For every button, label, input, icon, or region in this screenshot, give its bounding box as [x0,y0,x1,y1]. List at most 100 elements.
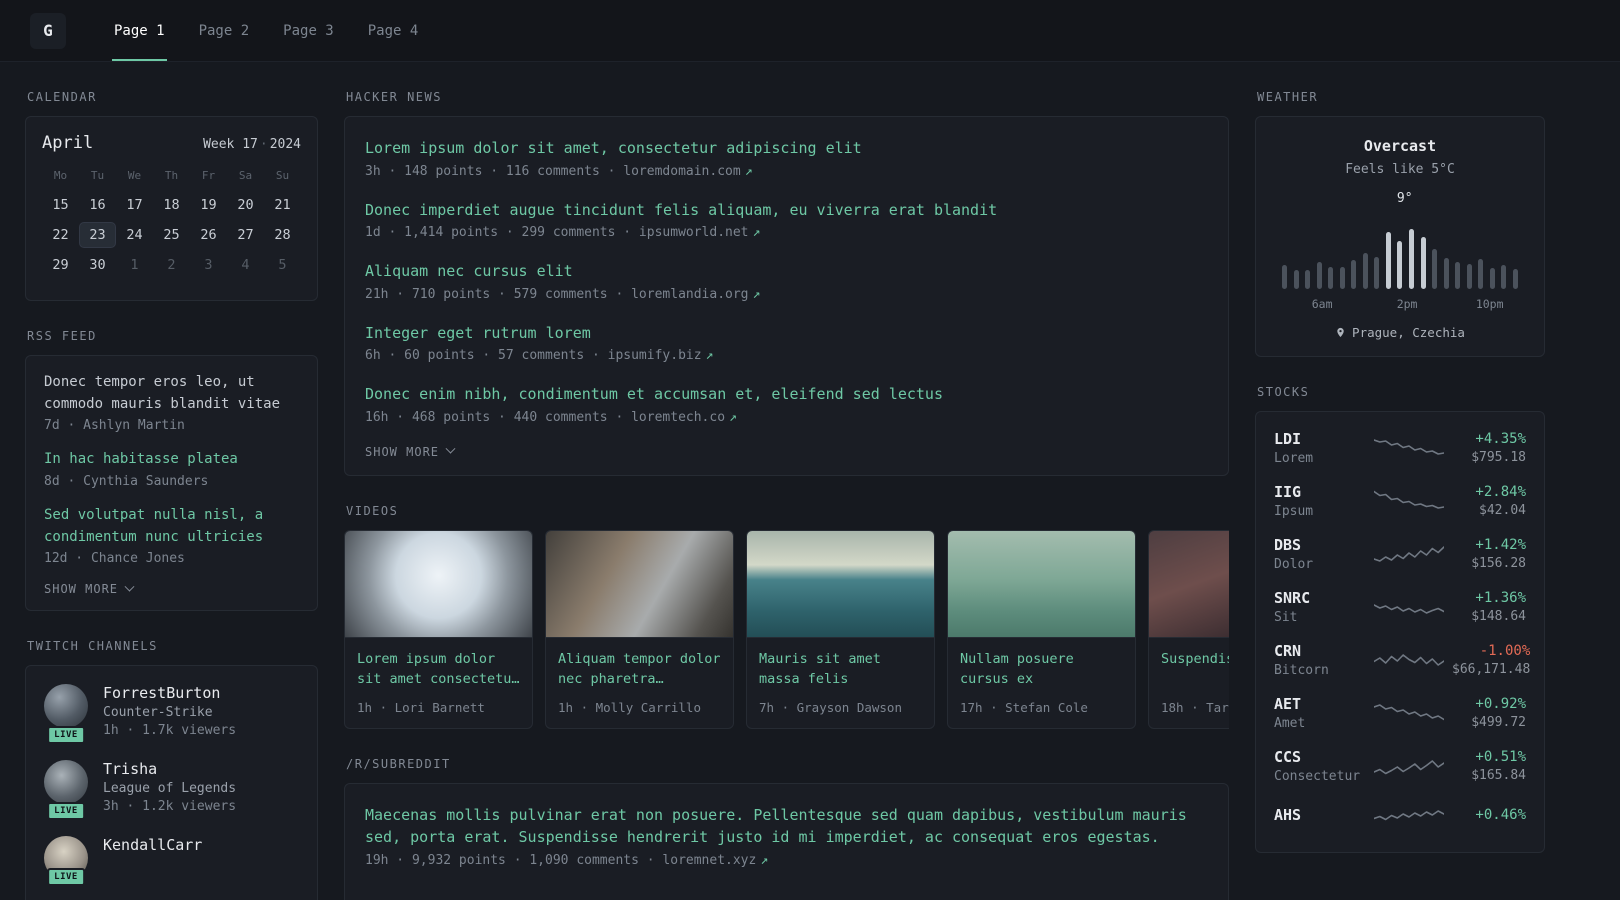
rss-item-meta: 12d · Chance Jones [44,551,185,567]
left-column: CALENDAR April Week 17 · 2024 Mo Tu We T… [25,90,318,900]
video-card[interactable]: Mauris sit amet massa felis 7h · Grayson… [746,529,935,729]
weather-hour-bar [1489,267,1495,289]
sparkline-chart [1374,801,1444,831]
calendar-month-label: April [42,133,94,153]
stock-row[interactable]: DBS Dolor +1.42% $156.28 [1274,536,1526,572]
video-title[interactable]: Lorem ipsum dolor sit amet consectetu… [357,649,520,691]
calendar-weekday-label: Sa [238,169,253,182]
dashboard-grid: CALENDAR April Week 17 · 2024 Mo Tu We T… [0,62,1620,900]
calendar-day: 22 [52,227,69,243]
nav-tab[interactable]: Page 3 [281,0,336,61]
video-card-body: Suspendisse diam 18h · Tara… [1149,638,1229,728]
weather-hour-bar [1466,264,1472,289]
rss-item-title[interactable]: Sed volutpat nulla nisl, a condimentum n… [44,505,299,548]
weather-hour-labels: 6am 2pm 10pm [1282,297,1518,313]
hackernews-item-meta: 1d · 1,414 points · 299 comments · ipsum… [365,225,1208,240]
subreddit-meta-text: 19h · 9,932 points · 1,090 comments · lo… [365,852,757,868]
stock-change: +0.92% [1475,696,1526,712]
external-link-icon[interactable]: ↗ [760,853,768,868]
stock-values: +1.42% $156.28 [1452,537,1526,571]
hackernews-item: Donec enim nibh, condimentum et accumsan… [365,383,1208,425]
video-card[interactable]: Lorem ipsum dolor sit amet consectetu… 1… [344,529,533,729]
weather-card: Overcast Feels like 5°C 9° 6am 2pm 10pm … [1255,116,1545,357]
stock-name: Sit [1274,610,1298,625]
calendar-day: 16 [89,197,106,213]
video-title[interactable]: Aliquam tempor dolor nec pharetra… [558,649,721,691]
stock-ticker: DBS [1274,536,1302,554]
avatar-wrapper: LIVE [44,684,88,745]
hackernews-item-title[interactable]: Integer eget rutrum lorem [365,322,1208,345]
weather-widget: WEATHER Overcast Feels like 5°C 9° 6am 2… [1255,90,1545,357]
video-card[interactable]: Aliquam tempor dolor nec pharetra… 1h · … [545,529,734,729]
stock-change: +1.42% [1475,537,1526,553]
video-title[interactable]: Mauris sit amet massa felis [759,649,922,691]
stock-id: DBS Dolor [1274,536,1366,572]
hackernews-item-title[interactable]: Donec enim nibh, condimentum et accumsan… [365,383,1208,406]
twitch-channel-item[interactable]: LIVE Trisha League of Legends 3h · 1.2k … [44,760,299,821]
external-link-icon[interactable]: ↗ [729,410,737,425]
nav-tab[interactable]: Page 1 [112,0,167,61]
sparkline-chart [1374,539,1444,569]
rss-list: Donec tempor eros leo, ut commodo mauris… [44,372,299,566]
video-card-body: Lorem ipsum dolor sit amet consectetu… 1… [345,638,532,728]
video-title[interactable]: Suspendisse diam [1161,649,1229,691]
stock-row[interactable]: SNRC Sit +1.36% $148.64 [1274,589,1526,625]
rss-item-title[interactable]: Donec tempor eros leo, ut commodo mauris… [44,372,299,415]
calendar-day: 19 [200,197,217,213]
hackernews-item-title[interactable]: Lorem ipsum dolor sit amet, consectetur … [365,137,1208,160]
app-logo[interactable]: G [30,12,66,49]
video-card[interactable]: Nullam posuere cursus ex 17h · Stefan Co… [947,529,1136,729]
stock-id: LDI Lorem [1274,430,1366,466]
video-card[interactable]: Suspendisse diam 18h · Tara… [1148,529,1229,729]
calendar-weekday-label: Fr [201,169,216,182]
stock-row[interactable]: IIG Ipsum +2.84% $42.04 [1274,483,1526,519]
stock-row[interactable]: CRN Bitcorn -1.00% $66,171.48 [1274,642,1530,678]
external-link-icon[interactable]: ↗ [753,287,761,302]
twitch-channel-item[interactable]: LIVE KendallCarr [44,836,299,887]
rss-show-more-button[interactable]: SHOW MORE [44,581,299,596]
video-title[interactable]: Nullam posuere cursus ex [960,649,1123,691]
calendar-day: 4 [241,257,250,273]
rss-item-title[interactable]: In hac habitasse platea [44,449,299,471]
weather-hour-bar [1316,261,1322,289]
hackernews-item-meta: 21h · 710 points · 579 comments · loreml… [365,287,1208,302]
rss-card: Donec tempor eros leo, ut commodo mauris… [25,355,318,612]
calendar-day: 27 [237,227,254,243]
hackernews-show-more-button[interactable]: SHOW MORE [365,443,1208,459]
calendar-day: 3 [204,257,213,273]
external-link-icon[interactable]: ↗ [753,225,761,240]
location-pin-icon [1337,327,1344,338]
calendar-day: 21 [274,197,291,213]
stock-id: CRN Bitcorn [1274,642,1366,678]
stock-id: AET Amet [1274,695,1366,731]
hackernews-item: Donec imperdiet augue tincidunt felis al… [365,199,1208,241]
weather-hour-bar [1512,269,1518,289]
video-meta: 1h · Lori Barnett [357,699,485,715]
calendar-weekday-label: Th [164,169,179,182]
twitch-channel-item[interactable]: LIVE ForrestBurton Counter-Strike 1h · 1… [44,684,299,745]
subreddit-post-title[interactable]: Maecenas mollis pulvinar erat non posuer… [365,804,1208,849]
nav-tab[interactable]: Page 2 [197,0,252,61]
weather-feels-like: Feels like 5°C [1345,162,1455,177]
hackernews-widget: HACKER NEWS Lorem ipsum dolor sit amet, … [344,90,1229,476]
nav-tab[interactable]: Page 4 [366,0,421,61]
stock-row[interactable]: AET Amet +0.92% $499.72 [1274,695,1526,731]
external-link-icon[interactable]: ↗ [706,348,714,363]
hackernews-item-title[interactable]: Aliquam nec cursus elit [365,260,1208,283]
hackernews-item-title[interactable]: Donec imperdiet augue tincidunt felis al… [365,199,1208,222]
stock-values: +0.92% $499.72 [1452,696,1526,730]
stock-values: +0.51% $165.84 [1452,749,1526,783]
stock-row[interactable]: AHS +0.46% [1274,801,1526,831]
calendar-week-label: Week 17 [203,137,258,152]
calendar-weekday-label: Mo [53,169,68,182]
calendar-weekday-label: We [127,169,142,182]
calendar-weekday-label: Su [275,169,290,182]
stock-values: +1.36% $148.64 [1452,590,1526,624]
video-meta: 17h · Stefan Cole [960,699,1088,715]
stock-row[interactable]: LDI Lorem +4.35% $795.18 [1274,430,1526,466]
video-meta: 7h · Grayson Dawson [759,699,902,715]
external-link-icon[interactable]: ↗ [745,164,753,179]
rss-item: Sed volutpat nulla nisl, a condimentum n… [44,505,299,566]
video-meta: 1h · Molly Carrillo [558,699,701,715]
stock-row[interactable]: CCS Consectetur +0.51% $165.84 [1274,748,1526,784]
